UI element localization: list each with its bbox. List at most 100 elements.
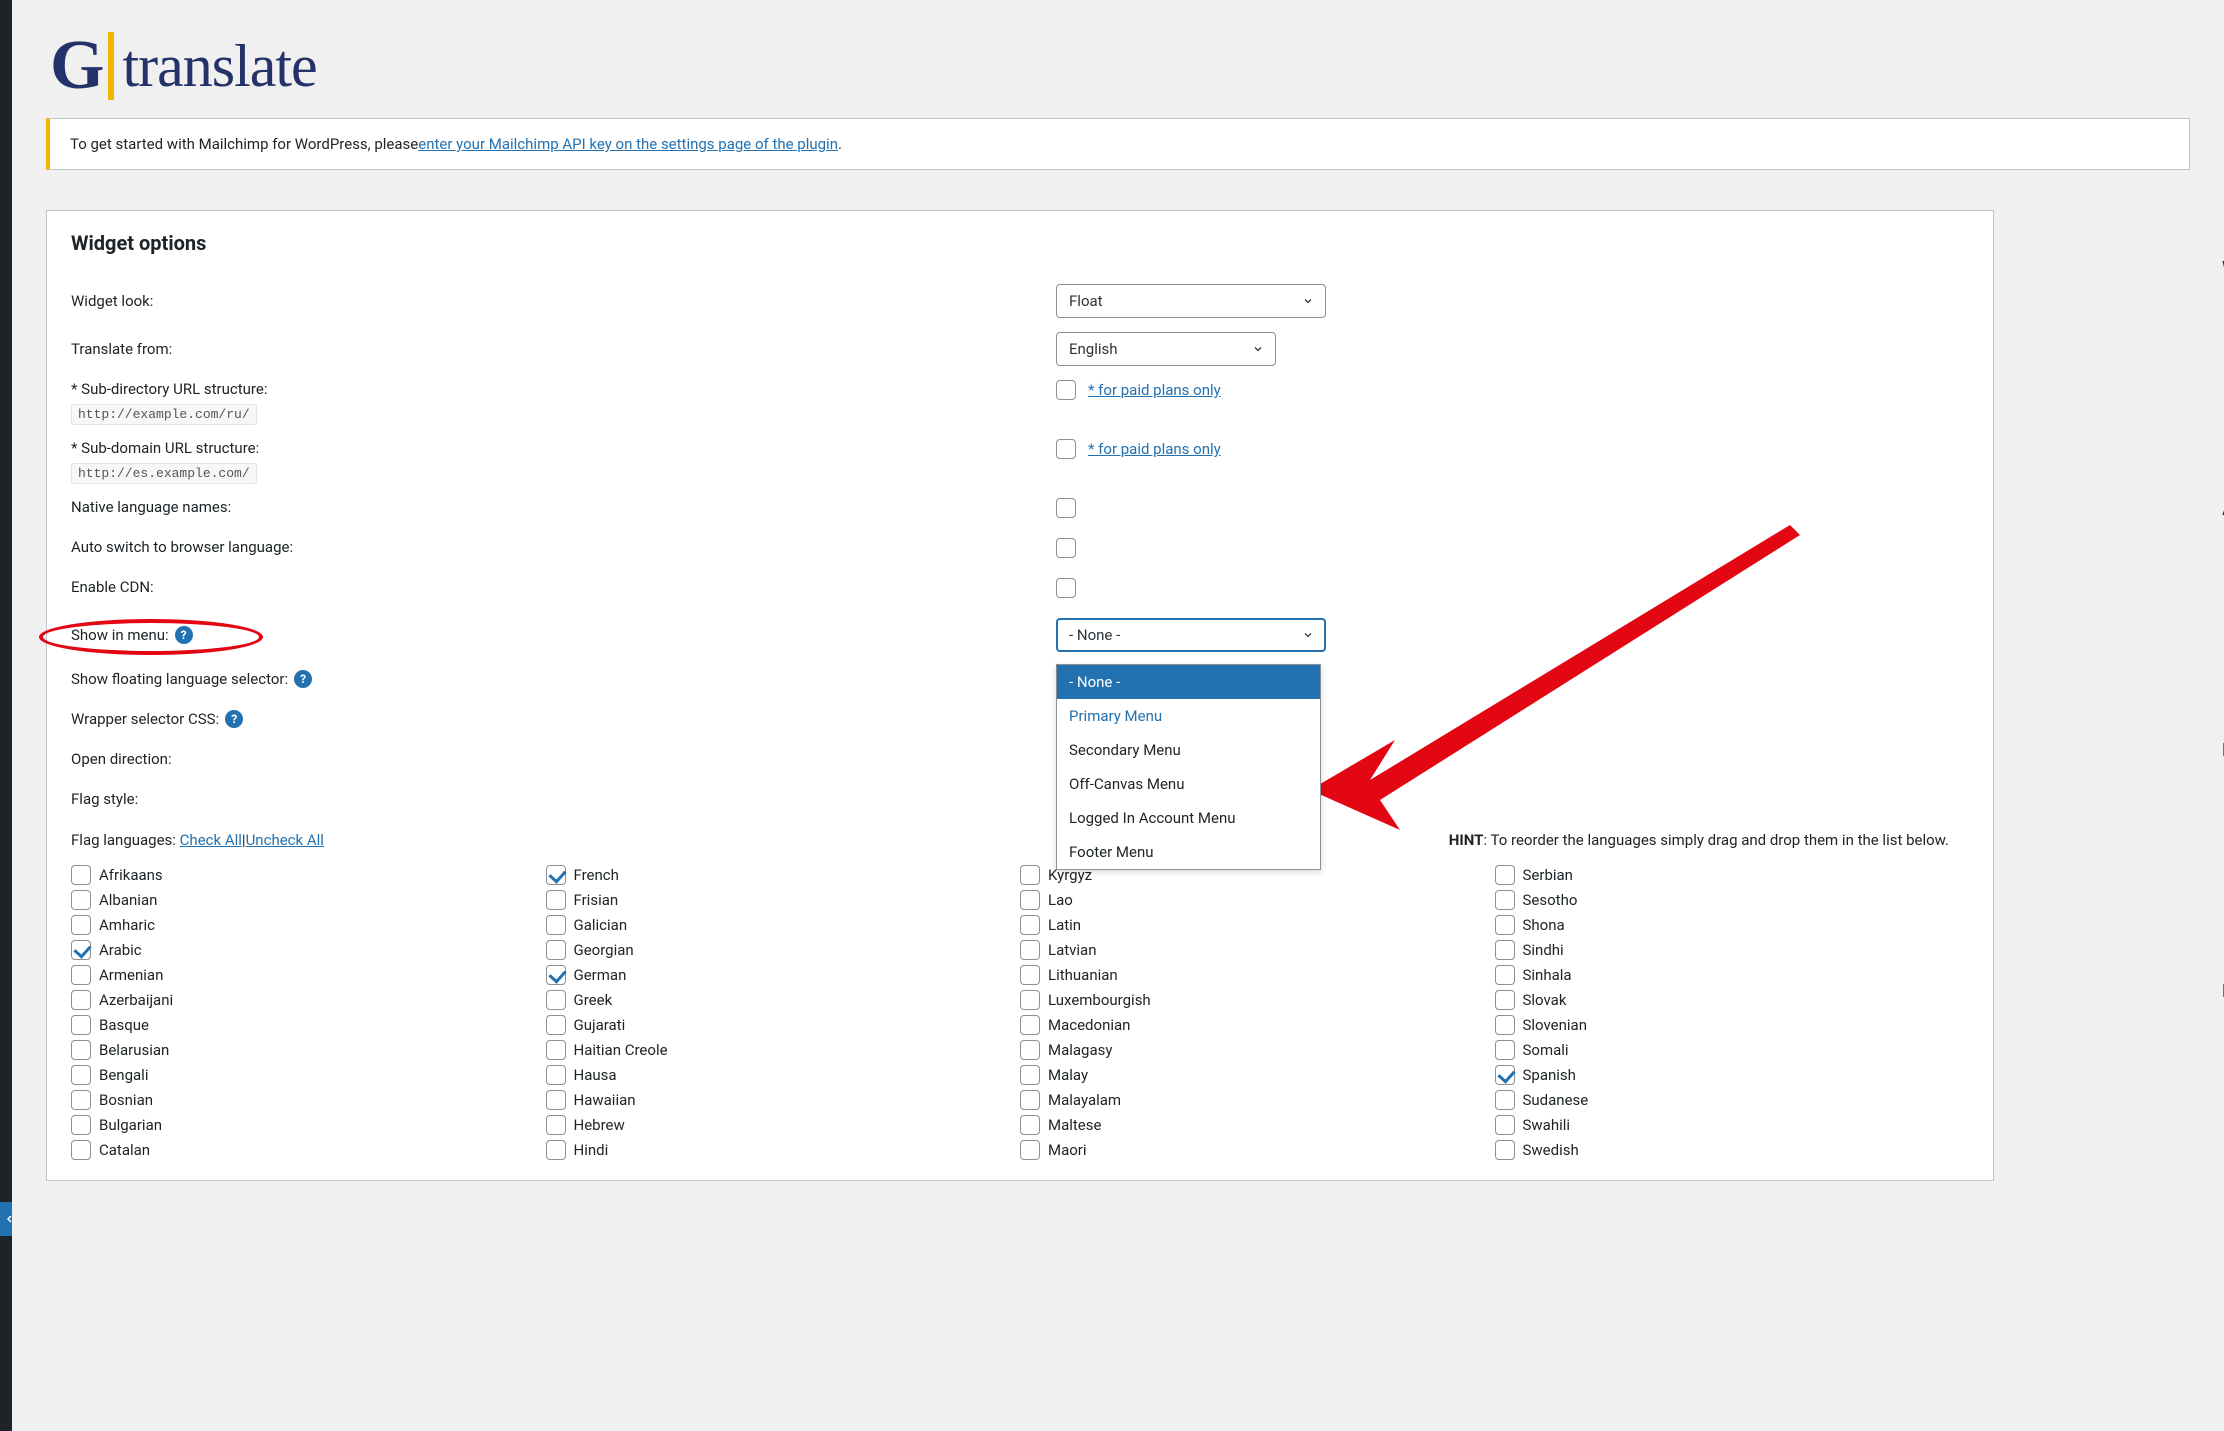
language-checkbox[interactable] — [71, 890, 91, 910]
uncheck-all-link[interactable]: Uncheck All — [246, 831, 324, 849]
check-all-link[interactable]: Check All — [180, 831, 242, 849]
language-item[interactable]: Haitian Creole — [546, 1040, 1021, 1060]
language-checkbox[interactable] — [71, 1115, 91, 1135]
language-item[interactable]: Lithuanian — [1020, 965, 1495, 985]
language-checkbox[interactable] — [546, 940, 566, 960]
language-item[interactable]: Sindhi — [1495, 940, 1970, 960]
language-item[interactable]: Hausa — [546, 1065, 1021, 1085]
language-checkbox[interactable] — [1495, 1140, 1515, 1160]
language-checkbox[interactable] — [1495, 1040, 1515, 1060]
language-item[interactable]: Galician — [546, 915, 1021, 935]
language-item[interactable]: Malayalam — [1020, 1090, 1495, 1110]
subdom-checkbox[interactable] — [1056, 439, 1076, 459]
language-item[interactable]: Serbian — [1495, 865, 1970, 885]
language-checkbox[interactable] — [1495, 990, 1515, 1010]
language-item[interactable]: Georgian — [546, 940, 1021, 960]
language-checkbox[interactable] — [1020, 990, 1040, 1010]
language-checkbox[interactable] — [1495, 890, 1515, 910]
language-item[interactable]: Azerbaijani — [71, 990, 546, 1010]
language-checkbox[interactable] — [1495, 865, 1515, 885]
subdir-checkbox[interactable] — [1056, 380, 1076, 400]
language-checkbox[interactable] — [1020, 865, 1040, 885]
language-checkbox[interactable] — [71, 865, 91, 885]
language-item[interactable]: Afrikaans — [71, 865, 546, 885]
language-item[interactable]: Macedonian — [1020, 1015, 1495, 1035]
language-checkbox[interactable] — [71, 915, 91, 935]
language-checkbox[interactable] — [71, 1015, 91, 1035]
language-item[interactable]: Hindi — [546, 1140, 1021, 1160]
language-item[interactable]: Sesotho — [1495, 890, 1970, 910]
language-item[interactable]: Bosnian — [71, 1090, 546, 1110]
language-item[interactable]: Frisian — [546, 890, 1021, 910]
language-item[interactable]: Slovenian — [1495, 1015, 1970, 1035]
language-checkbox[interactable] — [71, 1140, 91, 1160]
cdn-checkbox[interactable] — [1056, 578, 1076, 598]
language-item[interactable]: Catalan — [71, 1140, 546, 1160]
language-item[interactable]: Armenian — [71, 965, 546, 985]
menu-option-primary[interactable]: Primary Menu — [1057, 699, 1320, 733]
language-checkbox[interactable] — [1495, 1115, 1515, 1135]
language-checkbox[interactable] — [1020, 915, 1040, 935]
language-item[interactable]: Somali — [1495, 1040, 1970, 1060]
language-checkbox[interactable] — [546, 965, 566, 985]
notice-link[interactable]: enter your Mailchimp API key on the sett… — [418, 135, 838, 153]
language-item[interactable]: Bengali — [71, 1065, 546, 1085]
language-checkbox[interactable] — [546, 1090, 566, 1110]
language-checkbox[interactable] — [1495, 915, 1515, 935]
show-in-menu-select[interactable]: - None - — [1056, 618, 1326, 652]
language-checkbox[interactable] — [1020, 1140, 1040, 1160]
language-checkbox[interactable] — [1020, 1040, 1040, 1060]
language-item[interactable]: Swahili — [1495, 1115, 1970, 1135]
language-item[interactable]: Hawaiian — [546, 1090, 1021, 1110]
language-checkbox[interactable] — [71, 965, 91, 985]
language-checkbox[interactable] — [546, 1140, 566, 1160]
language-checkbox[interactable] — [71, 1040, 91, 1060]
language-checkbox[interactable] — [1495, 940, 1515, 960]
language-checkbox[interactable] — [1020, 1090, 1040, 1110]
help-icon[interactable]: ? — [175, 626, 193, 644]
language-checkbox[interactable] — [1020, 1065, 1040, 1085]
language-item[interactable]: German — [546, 965, 1021, 985]
paid-plans-link[interactable]: * for paid plans only — [1088, 440, 1221, 458]
language-item[interactable]: Latin — [1020, 915, 1495, 935]
language-checkbox[interactable] — [546, 915, 566, 935]
language-checkbox[interactable] — [546, 865, 566, 885]
autoswitch-checkbox[interactable] — [1056, 538, 1076, 558]
menu-option-offcanvas[interactable]: Off-Canvas Menu — [1057, 767, 1320, 801]
language-item[interactable]: Swedish — [1495, 1140, 1970, 1160]
language-item[interactable]: Luxembourgish — [1020, 990, 1495, 1010]
language-checkbox[interactable] — [71, 940, 91, 960]
language-checkbox[interactable] — [546, 1115, 566, 1135]
language-item[interactable]: Albanian — [71, 890, 546, 910]
language-item[interactable]: Sinhala — [1495, 965, 1970, 985]
language-item[interactable]: Arabic — [71, 940, 546, 960]
language-item[interactable]: French — [546, 865, 1021, 885]
language-checkbox[interactable] — [546, 1015, 566, 1035]
language-item[interactable]: Malay — [1020, 1065, 1495, 1085]
language-checkbox[interactable] — [546, 1040, 566, 1060]
language-checkbox[interactable] — [71, 990, 91, 1010]
language-checkbox[interactable] — [71, 1065, 91, 1085]
language-item[interactable]: Hebrew — [546, 1115, 1021, 1135]
language-item[interactable]: Gujarati — [546, 1015, 1021, 1035]
language-item[interactable]: Maltese — [1020, 1115, 1495, 1135]
menu-option-none[interactable]: - None - — [1057, 665, 1320, 699]
language-checkbox[interactable] — [1020, 1115, 1040, 1135]
language-item[interactable]: Latvian — [1020, 940, 1495, 960]
paid-plans-link[interactable]: * for paid plans only — [1088, 381, 1221, 399]
menu-option-loggedin[interactable]: Logged In Account Menu — [1057, 801, 1320, 835]
language-item[interactable]: Sudanese — [1495, 1090, 1970, 1110]
language-checkbox[interactable] — [1495, 1090, 1515, 1110]
language-item[interactable]: Bulgarian — [71, 1115, 546, 1135]
language-item[interactable]: Shona — [1495, 915, 1970, 935]
language-checkbox[interactable] — [1495, 965, 1515, 985]
language-item[interactable]: Maori — [1020, 1140, 1495, 1160]
language-checkbox[interactable] — [1020, 890, 1040, 910]
language-checkbox[interactable] — [546, 990, 566, 1010]
language-checkbox[interactable] — [1495, 1065, 1515, 1085]
language-item[interactable]: Slovak — [1495, 990, 1970, 1010]
widget-look-select[interactable]: Float — [1056, 284, 1326, 318]
language-item[interactable]: Spanish — [1495, 1065, 1970, 1085]
language-checkbox[interactable] — [1020, 1015, 1040, 1035]
translate-from-select[interactable]: English — [1056, 332, 1276, 366]
